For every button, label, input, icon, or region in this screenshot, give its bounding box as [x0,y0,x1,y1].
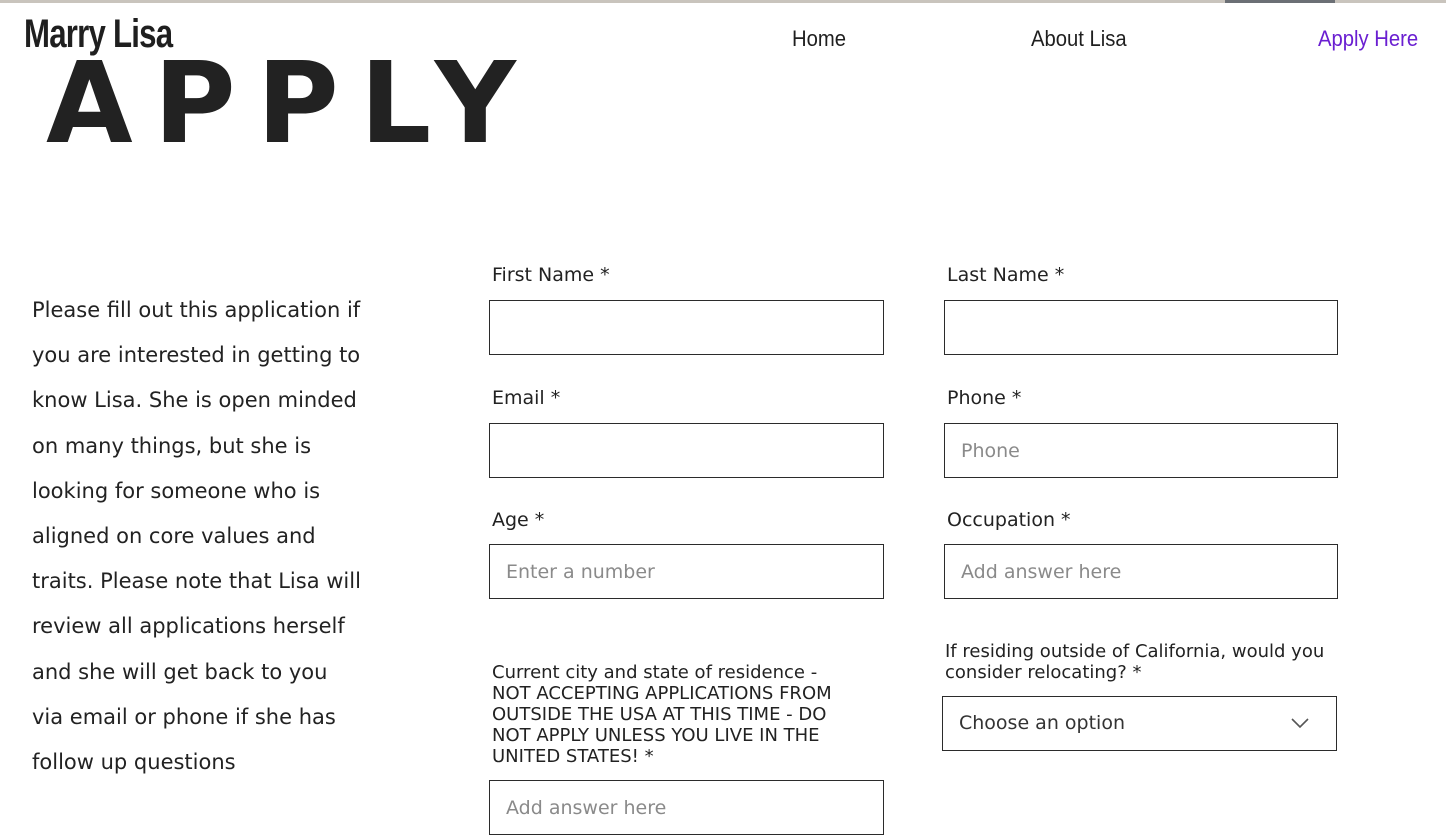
nav-item-apply-here[interactable]: Apply Here [1318,26,1418,52]
last-name-field-box [944,300,1338,355]
occupation-input[interactable] [945,545,1337,598]
age-input[interactable] [490,545,883,598]
age-field-box [489,544,884,599]
intro-paragraph: Please fill out this application if you … [32,298,361,775]
email-label: Email * [492,387,561,409]
occupation-label: Occupation * [947,509,1071,531]
first-name-label: First Name * [492,264,610,286]
residence-input[interactable] [490,781,883,834]
chevron-down-icon [1291,718,1309,729]
last-name-input[interactable] [945,301,1337,354]
first-name-input[interactable] [490,301,883,354]
top-banner-image-strip [1225,0,1335,3]
residence-field-box [489,780,884,835]
relocate-dropdown[interactable]: Choose an option [942,696,1337,751]
phone-input[interactable] [945,424,1337,477]
occupation-field-box [944,544,1338,599]
page-title: APPLY [46,39,537,169]
last-name-label: Last Name * [947,264,1065,286]
residence-label: Current city and state of residence - NO… [492,662,832,767]
nav-item-home[interactable]: Home [792,26,846,52]
phone-field-box [944,423,1338,478]
relocate-selected-value: Choose an option [959,712,1125,734]
email-input[interactable] [490,424,883,477]
age-label: Age * [492,509,545,531]
phone-label: Phone * [947,387,1022,409]
email-field-box [489,423,884,478]
nav-item-about-lisa[interactable]: About Lisa [1031,26,1127,52]
first-name-field-box [489,300,884,355]
relocate-label: If residing outside of California, would… [945,641,1325,683]
